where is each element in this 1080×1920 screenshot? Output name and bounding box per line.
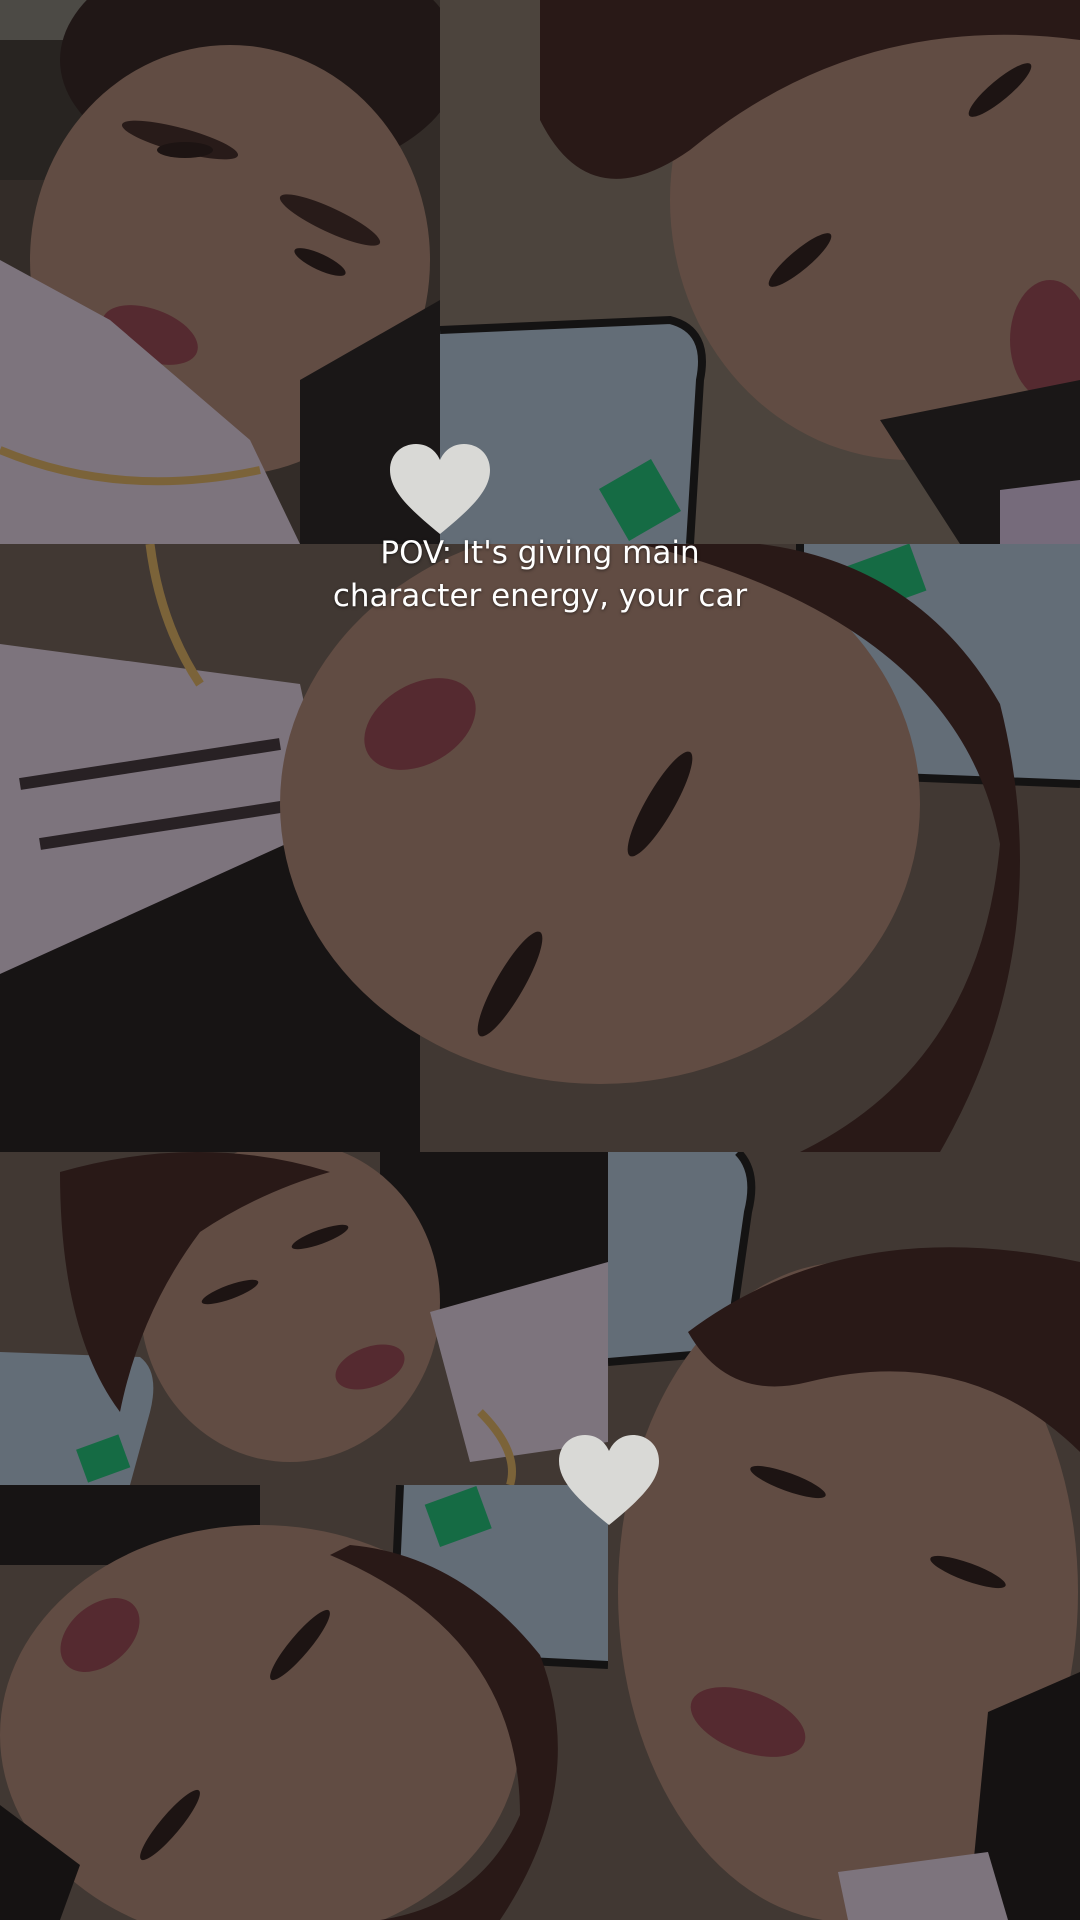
video-collage: POV: It's giving main character energy, … [0,0,1080,1920]
photo-tile-bottom-left [0,1485,608,1920]
white-heart-icon [557,1433,661,1529]
selfie-photo [0,1152,608,1485]
selfie-photo [0,1485,608,1920]
selfie-photo [0,0,440,544]
caption-text: POV: It's giving main character energy, … [240,532,840,618]
selfie-photo [0,544,1080,1152]
caption-line-1: POV: It's giving main [380,535,700,571]
selfie-photo [608,1152,1080,1920]
photo-tile-lower-right [608,1152,1080,1920]
photo-tile-top-right [440,0,1080,544]
photo-tile-lower-left [0,1152,608,1485]
photo-tile-top-left [0,0,440,544]
photo-tile-center [0,544,1080,1152]
white-heart-icon [388,442,492,538]
selfie-photo [440,0,1080,544]
caption-line-2: character energy, your car [332,578,748,614]
